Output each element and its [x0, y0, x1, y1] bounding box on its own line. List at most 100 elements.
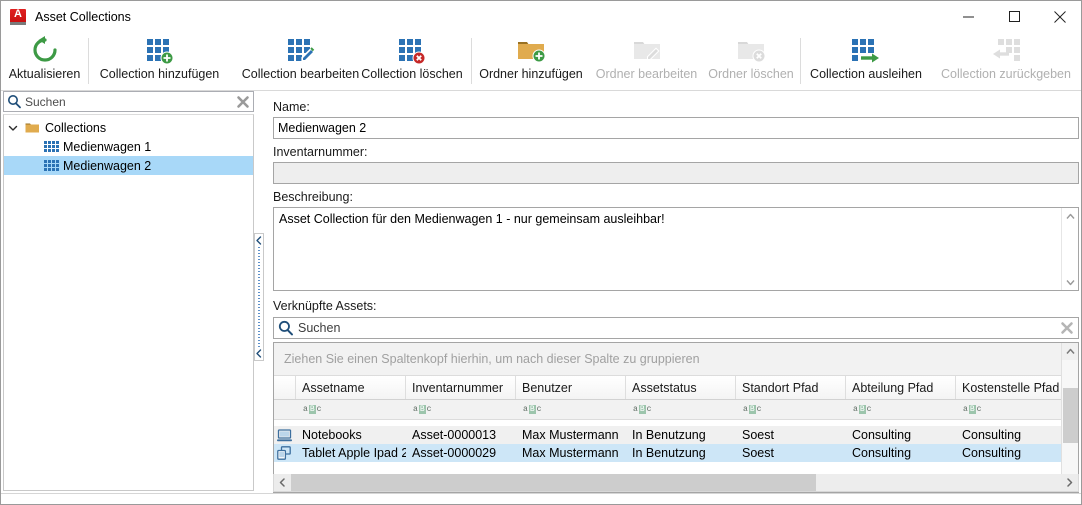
grid-header-inventarnummer[interactable]: Inventarnummer	[406, 376, 516, 399]
scroll-up-icon[interactable]	[1062, 343, 1078, 360]
filter-benutzer[interactable]: aBc	[516, 400, 626, 419]
abc-filter-icon: aBc	[962, 405, 982, 414]
asset-search-box[interactable]: Suchen	[273, 317, 1079, 339]
tablet-icon	[277, 446, 291, 460]
toolbar-label: Collection ausleihen	[810, 66, 922, 82]
grid-filter-row: aBc aBc aBc aBc aBc aBc aBc	[274, 400, 1078, 420]
grid-header-standort-pfad[interactable]: Standort Pfad	[736, 376, 846, 399]
name-label: Name:	[273, 100, 310, 114]
toolbar-button-return-collection[interactable]: Collection zurückgeben	[931, 32, 1081, 90]
toolbar-label: Collection löschen	[361, 66, 462, 82]
description-scrollbar[interactable]	[1061, 208, 1078, 290]
maximize-button[interactable]	[991, 1, 1037, 32]
panel-splitter[interactable]	[254, 233, 264, 361]
toolbar-button-delete-collection[interactable]: Collection löschen	[353, 32, 471, 90]
search-icon	[7, 94, 22, 109]
filter-abteilung-pfad[interactable]: aBc	[846, 400, 956, 419]
grid-header-abteilung-pfad[interactable]: Abteilung Pfad	[846, 376, 956, 399]
cell-assetname: Tablet Apple Ipad 2...	[296, 446, 406, 460]
abc-filter-icon: aBc	[302, 405, 322, 414]
collection-icon	[40, 141, 60, 152]
row-icon-cell	[274, 429, 296, 442]
scroll-down-icon[interactable]	[1066, 274, 1075, 290]
refresh-icon	[1, 32, 88, 66]
description-textarea[interactable]: Asset Collection für den Medienwagen 1 -…	[273, 207, 1079, 291]
toolbar-label: Collection hinzufügen	[100, 66, 220, 82]
filter-assetname[interactable]: aBc	[296, 400, 406, 419]
scroll-left-icon[interactable]	[274, 474, 291, 491]
grid-vertical-scrollbar[interactable]	[1061, 343, 1078, 492]
folder-add-icon	[472, 32, 590, 66]
toolbar-label: Collection bearbeiten	[242, 66, 359, 82]
scroll-track[interactable]	[291, 474, 1061, 491]
chevron-down-icon[interactable]	[4, 123, 22, 133]
clear-icon[interactable]	[236, 95, 250, 109]
search-icon	[278, 320, 294, 336]
toolbar-label: Ordner hinzufügen	[479, 66, 583, 82]
collection-edit-icon	[230, 32, 371, 66]
tree-item-label: Medienwagen 2	[63, 159, 151, 173]
abc-filter-icon: aBc	[742, 405, 762, 414]
title-bar: Asset Collections	[1, 1, 1082, 32]
collection-lend-icon	[801, 32, 931, 66]
collection-delete-icon	[353, 32, 471, 66]
toolbar-button-lend-collection[interactable]: Collection ausleihen	[801, 32, 931, 90]
filter-inventarnummer[interactable]: aBc	[406, 400, 516, 419]
tree-item-medienwagen-1[interactable]: Medienwagen 1	[4, 137, 253, 156]
description-label: Beschreibung:	[273, 190, 353, 204]
sidebar-search-box[interactable]: Suchen	[3, 91, 254, 112]
collapse-left-icon[interactable]	[255, 236, 263, 245]
abc-filter-icon: aBc	[852, 405, 872, 414]
scroll-thumb[interactable]	[1063, 388, 1078, 443]
collection-icon	[40, 160, 60, 171]
close-button[interactable]	[1037, 1, 1082, 32]
cell-benutzer: Max Mustermann	[516, 446, 626, 460]
grid-header-kostenstelle-pfad[interactable]: Kostenstelle Pfad	[956, 376, 1066, 399]
scroll-right-icon[interactable]	[1061, 474, 1078, 491]
grid-horizontal-scrollbar[interactable]	[273, 474, 1079, 492]
filter-standort-pfad[interactable]: aBc	[736, 400, 846, 419]
minimize-button[interactable]	[945, 1, 991, 32]
tree-item-medienwagen-2[interactable]: Medienwagen 2	[4, 156, 253, 175]
cell-benutzer: Max Mustermann	[516, 428, 626, 442]
toolbar-button-add-folder[interactable]: Ordner hinzufügen	[472, 32, 590, 90]
toolbar-button-edit-collection[interactable]: Collection bearbeiten	[230, 32, 371, 90]
toolbar-button-delete-folder[interactable]: Ordner löschen	[702, 32, 800, 90]
abc-filter-icon: aBc	[632, 405, 652, 414]
cell-assetname: Notebooks	[296, 428, 406, 442]
cell-assetstatus: In Benutzung	[626, 428, 736, 442]
cell-inventarnummer: Asset-0000013	[406, 428, 516, 442]
collection-return-icon	[931, 32, 1081, 66]
cell-kostenstelle-pfad: Consulting	[956, 428, 1066, 442]
collections-tree[interactable]: Collections Medienwagen 1 Medienwagen 2	[3, 114, 254, 491]
asset-collections-window: Asset Collections Aktual	[0, 0, 1082, 505]
collapse-left-icon[interactable]	[255, 349, 263, 358]
grid-header-assetstatus[interactable]: Assetstatus	[626, 376, 736, 399]
filter-kostenstelle-pfad[interactable]: aBc	[956, 400, 1066, 419]
clear-icon[interactable]	[1060, 321, 1074, 335]
inventory-number-input[interactable]	[273, 162, 1079, 184]
table-row[interactable]: Tablet Apple Ipad 2... Asset-0000029 Max…	[274, 444, 1078, 462]
folder-icon	[22, 122, 42, 134]
toolbar-label: Ordner löschen	[708, 66, 793, 82]
scroll-up-icon[interactable]	[1066, 208, 1075, 224]
sidebar-search-placeholder: Suchen	[25, 95, 66, 109]
toolbar-label: Ordner bearbeiten	[596, 66, 697, 82]
folder-edit-icon	[591, 32, 702, 66]
grid-header-indicator	[274, 376, 296, 399]
name-input[interactable]: Medienwagen 2	[273, 117, 1079, 139]
toolbar-button-refresh[interactable]: Aktualisieren	[1, 32, 88, 90]
grid-header-assetname[interactable]: Assetname	[296, 376, 406, 399]
toolbar-button-edit-folder[interactable]: Ordner bearbeiten	[591, 32, 702, 90]
tree-item-collections[interactable]: Collections	[4, 118, 253, 137]
cell-inventarnummer: Asset-0000029	[406, 446, 516, 460]
group-by-hint: Ziehen Sie einen Spaltenkopf hierhin, um…	[284, 352, 700, 366]
grid-header-benutzer[interactable]: Benutzer	[516, 376, 626, 399]
table-row[interactable]: Notebooks Asset-0000013 Max Mustermann I…	[274, 426, 1078, 444]
linked-assets-label: Verknüpfte Assets:	[273, 299, 377, 313]
filter-assetstatus[interactable]: aBc	[626, 400, 736, 419]
toolbar-button-add-collection[interactable]: Collection hinzufügen	[89, 32, 230, 90]
group-by-panel[interactable]: Ziehen Sie einen Spaltenkopf hierhin, um…	[274, 343, 1078, 376]
status-bar	[1, 493, 1081, 504]
scroll-thumb[interactable]	[291, 474, 816, 491]
